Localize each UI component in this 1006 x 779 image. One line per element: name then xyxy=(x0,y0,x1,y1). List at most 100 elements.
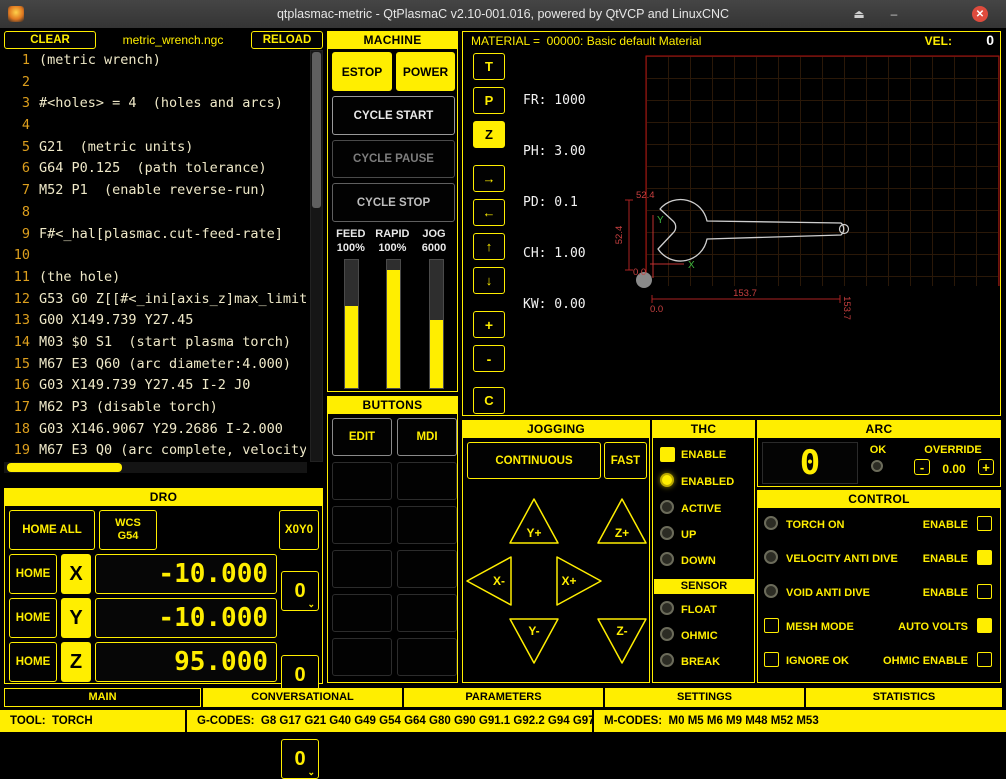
pan-down-button[interactable]: ↓ xyxy=(473,267,505,294)
tab-statistics[interactable]: STATISTICS xyxy=(806,688,1002,707)
home-all-button[interactable]: HOME ALL xyxy=(9,510,95,550)
velocity-anti-dive-checkbox[interactable] xyxy=(977,550,992,565)
gcode-horizontal-scrollbar[interactable] xyxy=(4,462,307,473)
buttons-header: BUTTONS xyxy=(328,397,457,414)
mesh-mode-checkbox[interactable] xyxy=(764,618,779,633)
mdi-button[interactable]: MDI xyxy=(397,418,457,456)
override-value: 0.00 xyxy=(934,462,974,476)
jog-continuous-button[interactable]: CONTINUOUS xyxy=(467,442,601,479)
clear-plot-button[interactable]: C xyxy=(473,387,505,414)
minimize-icon[interactable]: – xyxy=(885,5,903,23)
thc-panel: THC ENABLE ENABLED ACTIVE UP DOWN SENSOR… xyxy=(652,420,755,683)
override-minus-button[interactable]: - xyxy=(914,459,930,475)
chevron-down-icon: ⌄ xyxy=(307,767,315,778)
tab-parameters[interactable]: PARAMETERS xyxy=(404,688,603,707)
custom-button-slot xyxy=(332,462,392,500)
custom-button-slot xyxy=(332,506,392,544)
home-y-button[interactable]: HOME xyxy=(9,598,57,638)
feed-label: FEED xyxy=(330,228,372,240)
jog-y-minus-button[interactable]: Y- xyxy=(510,619,558,663)
jog-slider[interactable] xyxy=(429,259,444,389)
void-anti-dive-label: VOID ANTI DIVE xyxy=(786,587,870,599)
zoom-in-button[interactable]: + xyxy=(473,311,505,338)
gcode-line: 16G03 X149.739 Y27.45 I-2 J0 xyxy=(6,375,306,397)
auto-volts-checkbox[interactable] xyxy=(977,618,992,633)
thc-enabled-label: ENABLED xyxy=(681,476,734,488)
dro-header: DRO xyxy=(5,489,322,506)
pan-left-button[interactable]: ← xyxy=(473,199,505,226)
feed-value: 100% xyxy=(330,242,372,254)
ohmic-sensor-label: OHMIC xyxy=(681,630,718,642)
cycle-start-button[interactable]: CYCLE START xyxy=(332,96,455,135)
close-icon[interactable]: ✕ xyxy=(972,6,988,22)
gcode-vertical-scrollbar[interactable] xyxy=(310,50,323,462)
feed-slider[interactable] xyxy=(344,259,359,389)
void-anti-dive-led xyxy=(764,584,778,598)
reload-button[interactable]: RELOAD xyxy=(251,31,323,49)
override-plus-button[interactable]: + xyxy=(978,459,994,475)
pan-right-button[interactable]: → xyxy=(473,165,505,192)
gcode-line: 11(the hole) xyxy=(6,267,306,289)
cycle-stop-button[interactable]: CYCLE STOP xyxy=(332,183,455,222)
svg-text:Y-: Y- xyxy=(528,624,539,638)
gcode-line: 14M03 $0 S1 (start plasma torch) xyxy=(6,332,306,354)
mcodes-status: M-CODES: M0 M5 M6 M9 M48 M52 M53 xyxy=(594,710,1006,732)
xy-zero-button[interactable]: X0Y0 xyxy=(279,510,319,550)
ohmic-enable-checkbox[interactable] xyxy=(977,652,992,667)
home-x-button[interactable]: HOME xyxy=(9,554,57,594)
clear-button[interactable]: CLEAR xyxy=(4,31,96,49)
auto-volts-label: AUTO VOLTS xyxy=(898,621,968,633)
jog-y-plus-button[interactable]: Y+ xyxy=(510,499,558,543)
gcode-line: 15M67 E3 Q60 (arc diameter:4.000) xyxy=(6,354,306,376)
jog-z-plus-button[interactable]: Z+ xyxy=(598,499,646,543)
pan-up-button[interactable]: ↑ xyxy=(473,233,505,260)
jogging-panel: JOGGING CONTINUOUS FAST Y+ Z+ X- X+ Y- Z… xyxy=(462,420,650,683)
jog-x-plus-button[interactable]: X+ xyxy=(557,557,601,605)
svg-text:Z-: Z- xyxy=(616,624,627,638)
jog-x-minus-button[interactable]: X- xyxy=(467,557,511,605)
gcodes-status: G-CODES: G8 G17 G21 G40 G49 G54 G64 G80 … xyxy=(187,710,592,732)
power-button[interactable]: POWER xyxy=(396,52,455,91)
void-anti-dive-checkbox[interactable] xyxy=(977,584,992,599)
tab-settings[interactable]: SETTINGS xyxy=(605,688,804,707)
gcode-line: 12G53 G0 Z[[#<_ini[axis_z]max_limit] xyxy=(6,289,306,311)
machine-header: MACHINE xyxy=(328,32,457,49)
jog-z-minus-button[interactable]: Z- xyxy=(598,619,646,663)
zero-x-button[interactable]: 0⌄ xyxy=(281,571,319,611)
edit-button[interactable]: EDIT xyxy=(332,418,392,456)
tab-conversational[interactable]: CONVERSATIONAL xyxy=(203,688,402,707)
thc-enable-checkbox[interactable] xyxy=(660,447,675,462)
axis-y-label: Y xyxy=(61,598,91,638)
dro-y-value: -10.000 xyxy=(95,598,277,638)
view-p-button[interactable]: P xyxy=(473,87,505,114)
ignore-ok-checkbox[interactable] xyxy=(764,652,779,667)
tool-status: TOOL: TORCH xyxy=(0,710,185,732)
rapid-slider[interactable] xyxy=(386,259,401,389)
wcs-button[interactable]: WCSG54 xyxy=(99,510,157,550)
home-z-button[interactable]: HOME xyxy=(9,642,57,682)
zoom-out-button[interactable]: - xyxy=(473,345,505,372)
ohmic-enable-label: OHMIC ENABLE xyxy=(883,655,968,667)
gcode-line: 3#<holes> = 4 (holes and arcs) xyxy=(6,93,306,115)
material-selector[interactable]: MATERIAL = 00000: Basic default Material xyxy=(471,33,701,49)
keep-above-icon[interactable]: ⏏ xyxy=(850,5,868,23)
estop-button[interactable]: ESTOP xyxy=(332,52,392,91)
scrollbar-handle[interactable] xyxy=(312,52,321,208)
dro-z-value: 95.000 xyxy=(95,642,277,682)
view-t-button[interactable]: T xyxy=(473,53,505,80)
tab-main[interactable]: MAIN xyxy=(4,688,201,707)
thc-up-label: UP xyxy=(681,529,696,541)
torch-enable-checkbox[interactable] xyxy=(977,516,992,531)
dro-panel: DRO HOME ALL WCSG54 X0Y0 HOME X -10.000 … xyxy=(4,488,323,684)
custom-button-slot xyxy=(332,594,392,632)
ignore-ok-label: IGNORE OK xyxy=(786,655,849,667)
control-header: CONTROL xyxy=(758,491,1000,508)
zero-z-button[interactable]: 0⌄ xyxy=(281,739,319,779)
scrollbar-handle[interactable] xyxy=(7,463,122,472)
axis-y-indicator: Y xyxy=(657,215,664,226)
cycle-pause-button[interactable]: CYCLE PAUSE xyxy=(332,140,455,178)
mesh-mode-label: MESH MODE xyxy=(786,621,854,633)
gcode-view[interactable]: 1(metric wrench) 2 3#<holes> = 4 (holes … xyxy=(6,50,306,462)
view-z-button[interactable]: Z xyxy=(473,121,505,148)
jog-fast-button[interactable]: FAST xyxy=(604,442,647,479)
